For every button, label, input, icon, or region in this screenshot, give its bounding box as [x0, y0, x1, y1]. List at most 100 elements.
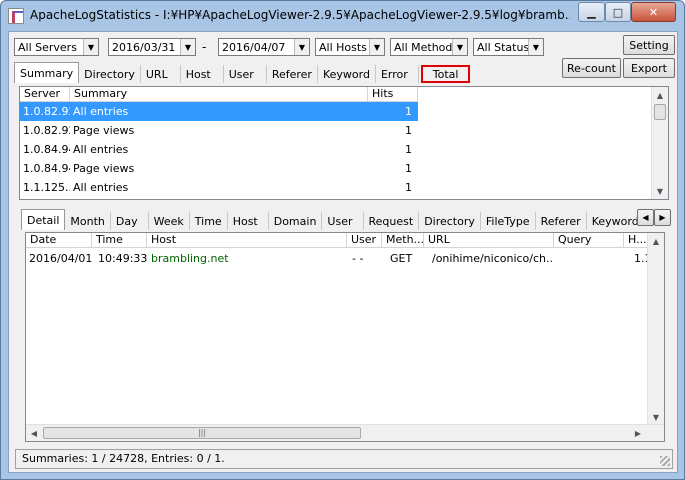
close-button[interactable]: ✕	[631, 2, 676, 22]
cell-summary: Page views	[73, 124, 135, 137]
chevron-down-icon[interactable]: ▼	[528, 39, 543, 55]
tab-summary[interactable]: Summary	[14, 62, 80, 83]
col-method[interactable]: Meth...	[382, 233, 424, 248]
tab-month[interactable]: Month	[65, 212, 111, 230]
tab-total[interactable]: Total	[420, 65, 471, 83]
status-dropdown[interactable]: All Status ▼	[473, 38, 544, 56]
col-user[interactable]: User	[347, 233, 382, 248]
table-row[interactable]: 1.0.82.92 Page views 1	[20, 121, 418, 140]
detail-vscroll[interactable]: ▲ ▼	[647, 233, 664, 425]
summary-table: Server Summary Hits 1.0.82.92 All entrie…	[19, 86, 669, 200]
scroll-right-icon[interactable]: ▶	[630, 425, 646, 441]
tab-detail[interactable]: Detail	[21, 209, 66, 230]
chevron-down-icon[interactable]: ▼	[452, 39, 467, 55]
table-row[interactable]: 1.1.125.... All entries 1	[20, 178, 418, 197]
tab-referer[interactable]: Referer	[266, 65, 318, 83]
app-window: ApacheLogStatistics - I:¥HP¥ApacheLogVie…	[0, 0, 685, 480]
col-summary[interactable]: Summary	[70, 87, 368, 102]
export-button[interactable]: Export	[623, 58, 675, 78]
app-icon[interactable]	[8, 8, 24, 24]
summary-vscroll[interactable]: ▲ ▼	[651, 87, 668, 199]
tab-host[interactable]: Host	[180, 65, 224, 83]
tab-domain[interactable]: Domain	[268, 212, 323, 230]
date-from-picker[interactable]: 2016/03/31 ▼	[108, 38, 196, 56]
cell-server: 1.0.84.94	[23, 143, 70, 156]
scroll-up-icon[interactable]: ▲	[652, 87, 668, 103]
resize-grip-icon[interactable]	[660, 456, 670, 466]
scroll-up-icon[interactable]: ▲	[648, 233, 664, 249]
table-row[interactable]: 1.0.82.92 All entries 1	[20, 102, 418, 121]
scroll-down-icon[interactable]: ▼	[652, 183, 668, 199]
cell-server: 1.0.82.92	[23, 124, 70, 137]
method-value: All Method	[394, 40, 453, 54]
cell-server: 1.1.125....	[23, 181, 70, 194]
tab-scroll-right-icon[interactable]: ▶	[654, 209, 671, 226]
setting-button[interactable]: Setting	[623, 35, 675, 55]
cell-hits: 1	[405, 143, 412, 156]
client-area: All Servers ▼ 2016/03/31 ▼ - 2016/04/07 …	[8, 31, 678, 473]
cell-hits: 1	[405, 124, 412, 137]
status-bar: Summaries: 1 / 24728, Entries: 0 / 1.	[15, 449, 673, 469]
chevron-down-icon[interactable]: ▼	[369, 39, 384, 55]
status-text: Summaries: 1 / 24728, Entries: 0 / 1.	[22, 452, 225, 465]
cell-url: /onihime/niconico/ch...	[432, 252, 554, 265]
scroll-down-icon[interactable]: ▼	[648, 409, 664, 425]
tab-keyword[interactable]: Keyword	[586, 212, 644, 230]
maximize-button[interactable]: □	[605, 2, 631, 22]
chevron-down-icon[interactable]: ▼	[83, 39, 98, 55]
cell-user: - -	[352, 252, 364, 265]
detail-hscroll[interactable]: ◀ ||| ▶	[26, 424, 664, 441]
tab-day[interactable]: Day	[110, 212, 149, 230]
servers-dropdown[interactable]: All Servers ▼	[14, 38, 99, 56]
cell-server: 1.0.82.92	[20, 102, 70, 121]
cell-summary: All entries	[73, 143, 129, 156]
col-query[interactable]: Query	[554, 233, 624, 248]
tab-url[interactable]: URL	[140, 65, 181, 83]
scroll-thumb[interactable]: |||	[43, 427, 361, 439]
recount-button[interactable]: Re-count	[562, 58, 621, 78]
cell-summary: All entries	[73, 181, 129, 194]
title-bar[interactable]: ApacheLogStatistics - I:¥HP¥ApacheLogVie…	[1, 1, 684, 31]
tab-scroll-left-icon[interactable]: ◀	[637, 209, 654, 226]
tab-week[interactable]: Week	[148, 212, 190, 230]
cell-hits: 1	[405, 162, 412, 175]
tab-user[interactable]: User	[223, 65, 267, 83]
cell-time: 10:49:33	[98, 252, 147, 265]
method-dropdown[interactable]: All Method ▼	[390, 38, 468, 56]
tab-keyword[interactable]: Keyword	[317, 65, 376, 83]
chevron-down-icon[interactable]: ▼	[294, 39, 309, 55]
col-time[interactable]: Time	[92, 233, 147, 248]
cell-hits: 1	[368, 102, 418, 121]
date-to-picker[interactable]: 2016/04/07 ▼	[218, 38, 310, 56]
col-date[interactable]: Date	[26, 233, 92, 248]
cell-date: 2016/04/01	[29, 252, 92, 265]
scroll-left-icon[interactable]: ◀	[26, 425, 42, 441]
hosts-dropdown[interactable]: All Hosts ▼	[315, 38, 385, 56]
tab-directory[interactable]: Directory	[79, 65, 141, 83]
table-row[interactable]: 1.0.84.94 Page views 1	[20, 159, 418, 178]
col-hits[interactable]: Hits	[368, 87, 418, 102]
col-server[interactable]: Server	[20, 87, 70, 102]
tab-request[interactable]: Request	[363, 212, 420, 230]
col-host[interactable]: Host	[147, 233, 347, 248]
minimize-button[interactable]: ▁	[578, 2, 605, 22]
tab-filetype[interactable]: FileType	[480, 212, 536, 230]
servers-value: All Servers	[18, 40, 77, 54]
cell-hits: 1	[405, 181, 412, 194]
detail-tabs: Detail Month Day Week Time Host Domain U…	[21, 209, 644, 230]
status-value: All Status	[477, 40, 530, 54]
table-row[interactable]: 1.0.84.94 All entries 1	[20, 140, 418, 159]
col-url[interactable]: URL	[424, 233, 554, 248]
cell-summary: Page views	[73, 162, 135, 175]
tab-user[interactable]: User	[322, 212, 364, 230]
tab-referer[interactable]: Referer	[535, 212, 587, 230]
date-from-value: 2016/03/31	[112, 40, 176, 54]
tab-error[interactable]: Error	[375, 65, 419, 83]
chevron-down-icon[interactable]: ▼	[180, 39, 195, 55]
date-separator: -	[202, 40, 207, 54]
tab-time[interactable]: Time	[189, 212, 228, 230]
tab-directory[interactable]: Directory	[419, 212, 481, 230]
table-row[interactable]: 2016/04/01 10:49:33 brambling.net - - GE…	[26, 249, 650, 268]
scroll-thumb[interactable]	[654, 104, 666, 120]
tab-host[interactable]: Host	[227, 212, 269, 230]
